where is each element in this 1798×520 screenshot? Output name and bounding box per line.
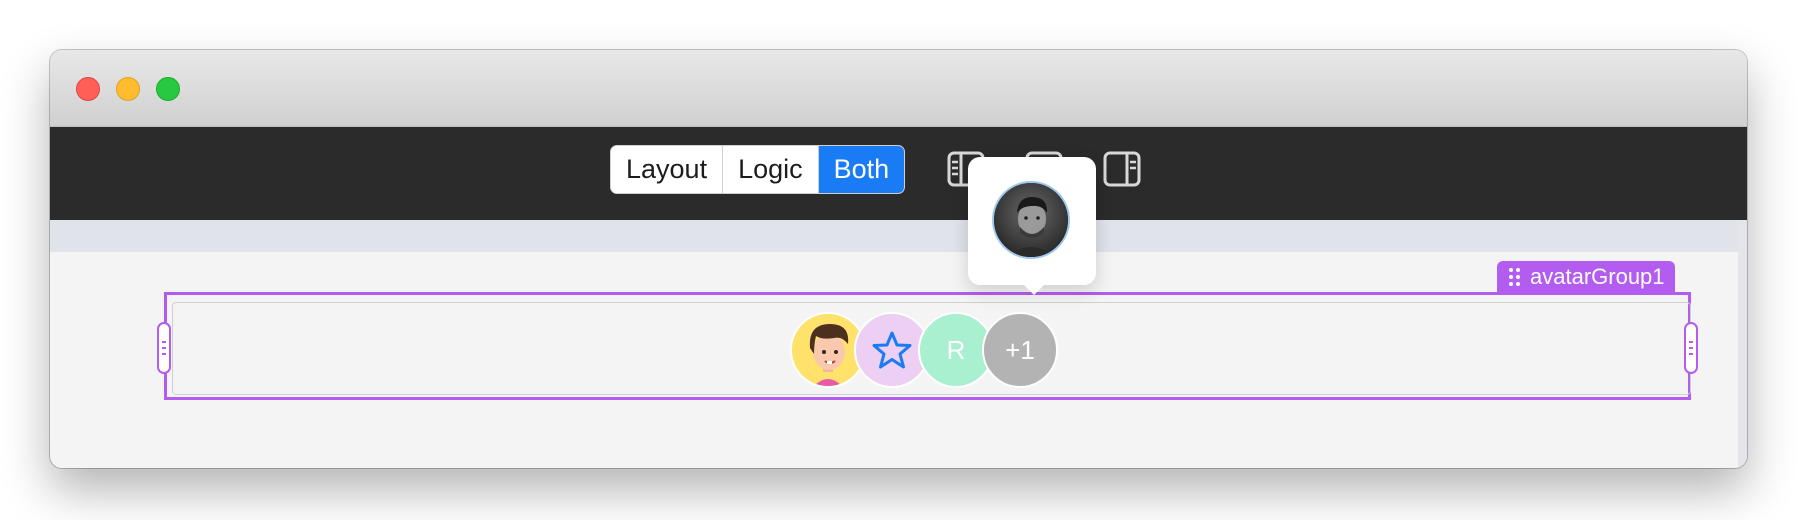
tab-logic[interactable]: Logic (723, 146, 819, 193)
resize-handle-right[interactable] (1684, 322, 1698, 374)
photo-avatar[interactable] (992, 181, 1070, 259)
right-panel-icon[interactable] (1103, 150, 1141, 188)
maximize-window-button[interactable] (156, 77, 180, 101)
title-bar (50, 50, 1747, 127)
app-window: Layout Logic Both avatarGroup1 R +1 (50, 50, 1747, 468)
drag-handle-icon[interactable] (1509, 267, 1520, 286)
view-mode-segmented-control: Layout Logic Both (610, 145, 906, 194)
star-icon (872, 331, 912, 369)
tab-layout[interactable]: Layout (611, 146, 724, 193)
tab-both[interactable]: Both (818, 146, 905, 193)
component-name-label: avatarGroup1 (1530, 263, 1665, 289)
toolbar: Layout Logic Both (50, 127, 1747, 220)
resize-handle-left[interactable] (157, 322, 171, 374)
canvas-right-edge (1738, 220, 1747, 468)
component-name-tag[interactable]: avatarGroup1 (1497, 261, 1675, 292)
avatar-popover (968, 157, 1096, 295)
overflow-avatar[interactable]: +1 (982, 312, 1058, 388)
minimize-window-button[interactable] (116, 77, 140, 101)
canvas-header-band (50, 220, 1747, 252)
close-window-button[interactable] (76, 77, 100, 101)
avatar-initial: R (946, 334, 966, 365)
overflow-count: +1 (1005, 334, 1035, 365)
